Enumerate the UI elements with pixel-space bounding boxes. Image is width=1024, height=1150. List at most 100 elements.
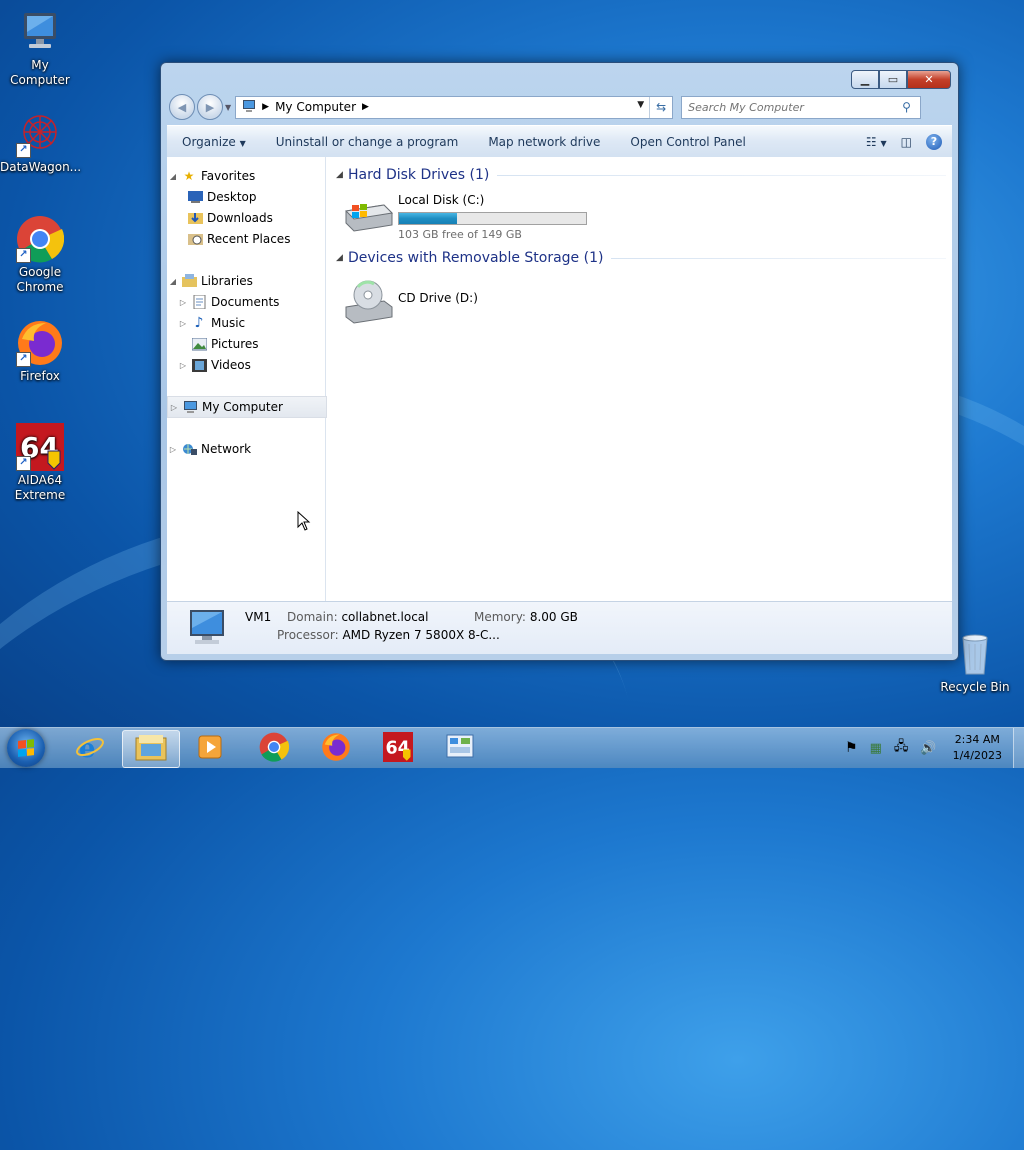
nav-item-recent-places[interactable]: Recent Places [185, 229, 343, 249]
aida64-icon: 64 [383, 731, 413, 765]
network-icon [181, 441, 197, 457]
desktop-icon-label: Firefox [20, 369, 60, 383]
breadcrumb-separator-icon[interactable]: ▶ [362, 102, 369, 112]
close-button[interactable]: ✕ [907, 70, 951, 89]
taskbar-windows-explorer[interactable] [122, 730, 180, 768]
taskbar-aida64[interactable]: 64 [370, 730, 426, 766]
back-button[interactable]: ◀ [169, 94, 195, 120]
group-divider [497, 174, 946, 176]
recent-pages-dropdown-icon[interactable]: ▼ [225, 103, 231, 112]
open-control-panel-button[interactable]: Open Control Panel [615, 135, 760, 149]
nav-item-favorites[interactable]: ◢ ★ Favorites [167, 166, 325, 186]
drive-details: CD Drive (D:) [398, 279, 478, 321]
group-divider [611, 257, 946, 259]
nav-item-downloads[interactable]: Downloads [185, 208, 343, 228]
network-status-icon[interactable]: 🖧 [894, 737, 909, 759]
address-bar[interactable]: ▶ My Computer ▶ ▼ ⇆ [235, 95, 674, 119]
nav-label: Favorites [201, 169, 256, 183]
refresh-button[interactable]: ⇆ [649, 96, 672, 118]
taskbar: e 64 ⚑ ▦ 🖧 🔊 2:34 AM 1/4/2023 [0, 727, 1024, 768]
change-view-button[interactable]: ☷ ▼ [866, 135, 887, 149]
organize-button[interactable]: Organize ▼ [167, 135, 261, 149]
close-icon: ✕ [924, 73, 934, 86]
preview-pane-button[interactable]: ◫ [901, 135, 912, 149]
firefox-icon [321, 732, 351, 765]
window-controls: ▁ ▭ ✕ [851, 70, 951, 89]
search-input[interactable] [682, 99, 903, 115]
expanded-arrow-icon[interactable]: ◢ [336, 253, 348, 263]
taskbar-control-panel[interactable] [432, 730, 488, 766]
address-dropdown-icon[interactable]: ▼ [637, 100, 644, 110]
nav-item-libraries[interactable]: ◢ Libraries [167, 271, 325, 291]
group-header-hard-disk-drives[interactable]: ◢ Hard Disk Drives (1) [336, 165, 946, 185]
volume-icon[interactable]: 🔊 [920, 741, 936, 756]
drive-item-d[interactable]: CD Drive (D:) [344, 279, 478, 324]
computer-icon [16, 8, 64, 56]
memory-row: Memory: 8.00 GB [474, 610, 578, 624]
nav-label: Pictures [211, 337, 259, 351]
processor-value: AMD Ryzen 7 5800X 8-C... [342, 628, 500, 642]
maximize-button[interactable]: ▭ [879, 70, 907, 89]
taskbar-chrome[interactable] [246, 730, 302, 766]
action-center-flag-icon[interactable]: ⚑ [845, 740, 858, 756]
back-arrow-icon: ◀ [177, 100, 187, 114]
taskbar-internet-explorer[interactable]: e [62, 730, 118, 766]
desktop-icon-label: Recycle Bin [940, 680, 1010, 694]
refresh-icon: ⇆ [656, 100, 667, 114]
details-pane: VM1 Domain: collabnet.local Memory: 8.00… [167, 601, 952, 654]
map-network-drive-button[interactable]: Map network drive [473, 135, 615, 149]
show-desktop-button[interactable] [1013, 728, 1024, 768]
nav-item-documents[interactable]: ▷ Documents [177, 292, 335, 312]
nav-item-pictures[interactable]: Pictures [177, 334, 335, 354]
search-box[interactable]: ⚲ [681, 95, 922, 119]
desktop-icon-aida64[interactable]: 64 ↗ AIDA64 Extreme [0, 423, 80, 503]
nav-item-my-computer[interactable]: ▷ My Computer [167, 396, 327, 418]
collapsed-arrow-icon[interactable]: ▷ [168, 403, 180, 412]
desktop-icon-datawagon[interactable]: ↗ DataWagon... [0, 110, 82, 175]
domain-row: Domain: collabnet.local [287, 610, 428, 624]
breadcrumb-my-computer[interactable]: My Computer [275, 100, 356, 114]
nav-item-music[interactable]: ▷ ♪ Music [177, 313, 335, 333]
desktop-icon-label: DataWagon... [0, 160, 82, 174]
nav-label: Recent Places [207, 232, 291, 246]
expanded-arrow-icon[interactable]: ◢ [167, 172, 179, 181]
search-icon[interactable]: ⚲ [902, 100, 920, 114]
hard-drive-icon [344, 193, 394, 235]
view-controls: ☷ ▼ ◫ ? [866, 133, 952, 150]
memory-value: 8.00 GB [529, 610, 578, 624]
start-button[interactable] [7, 729, 45, 767]
chrome-icon [259, 732, 290, 765]
windows-logo-icon [18, 739, 34, 757]
help-button[interactable]: ? [926, 133, 942, 150]
nav-item-videos[interactable]: ▷ Videos [177, 355, 335, 375]
desktop-icon-firefox[interactable]: ↗ Firefox [0, 319, 80, 384]
chrome-icon: ↗ [16, 215, 65, 263]
nav-item-network[interactable]: ▷ Network [167, 439, 325, 459]
breadcrumb-separator-icon[interactable]: ▶ [262, 102, 269, 112]
collapsed-arrow-icon[interactable]: ▷ [177, 298, 189, 307]
collapsed-arrow-icon[interactable]: ▷ [177, 319, 189, 328]
shortcut-arrow-icon: ↗ [16, 248, 31, 263]
taskbar-firefox[interactable] [308, 730, 364, 766]
forward-button[interactable]: ▶ [197, 94, 223, 120]
clock[interactable]: 2:34 AM 1/4/2023 [953, 732, 1002, 764]
uninstall-program-button[interactable]: Uninstall or change a program [261, 135, 474, 149]
drive-name: Local Disk (C:) [398, 193, 485, 207]
expanded-arrow-icon[interactable]: ◢ [167, 277, 179, 286]
desktop-icon-chrome[interactable]: ↗ Google Chrome [0, 215, 80, 295]
desktop-icon-my-computer[interactable]: My Computer [0, 8, 80, 88]
desktop-icon-label: AIDA64 Extreme [14, 473, 66, 502]
drive-free-space: 103 GB free of 149 GB [398, 228, 522, 241]
expanded-arrow-icon[interactable]: ◢ [336, 170, 348, 180]
taskbar-media-player[interactable] [182, 730, 238, 766]
drive-details: Local Disk (C:) 103 GB free of 149 GB [398, 193, 587, 241]
nav-item-desktop[interactable]: Desktop [185, 187, 343, 207]
tray-app-icon[interactable]: ▦ [870, 741, 882, 756]
shortcut-arrow-icon: ↗ [16, 352, 31, 367]
collapsed-arrow-icon[interactable]: ▷ [167, 445, 179, 454]
collapsed-arrow-icon[interactable]: ▷ [177, 361, 189, 370]
minimize-button[interactable]: ▁ [851, 70, 879, 89]
drive-item-c[interactable]: Local Disk (C:) 103 GB free of 149 GB [344, 193, 587, 241]
datawagon-icon: ↗ [16, 110, 64, 158]
group-header-removable-storage[interactable]: ◢ Devices with Removable Storage (1) [336, 248, 946, 268]
